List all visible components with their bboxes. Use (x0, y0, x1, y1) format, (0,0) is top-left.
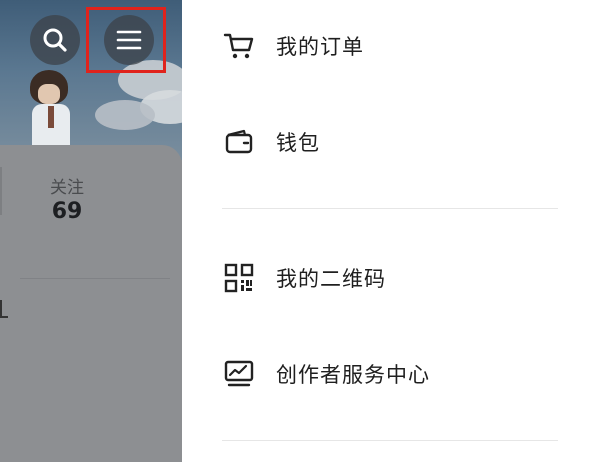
drawer-item-my-orders[interactable]: 我的订单 (222, 26, 364, 66)
creator-chart-icon (222, 357, 256, 391)
drawer-item-label: 我的订单 (276, 35, 364, 59)
follow-label: 关注 (50, 178, 84, 198)
qr-code-icon (222, 261, 256, 295)
cover-cloud (95, 100, 155, 130)
drawer-divider (222, 440, 558, 441)
stats-divider (0, 167, 2, 215)
drawer-item-wallet[interactable]: 钱包 (222, 122, 320, 162)
drawer-divider (222, 208, 558, 209)
menu-button-highlight (86, 7, 166, 73)
search-button[interactable] (30, 15, 80, 65)
side-drawer: 我的订单 钱包 我的二维码 创作者服务中心 (182, 0, 608, 462)
drawer-item-label: 创作者服务中心 (276, 363, 430, 387)
partial-icon (0, 300, 8, 318)
drawer-item-label: 钱包 (276, 131, 320, 155)
profile-page-dimmed: 关注 69 (0, 0, 182, 462)
wallet-icon (222, 125, 256, 159)
cart-icon (222, 29, 256, 63)
drawer-item-label: 我的二维码 (276, 267, 386, 291)
drawer-item-creator-center[interactable]: 创作者服务中心 (222, 354, 430, 394)
drawer-item-my-qr-code[interactable]: 我的二维码 (222, 258, 386, 298)
profile-card: 关注 69 (0, 145, 182, 462)
profile-separator (20, 278, 170, 279)
search-icon (43, 28, 67, 52)
follow-count[interactable]: 69 (42, 199, 92, 224)
